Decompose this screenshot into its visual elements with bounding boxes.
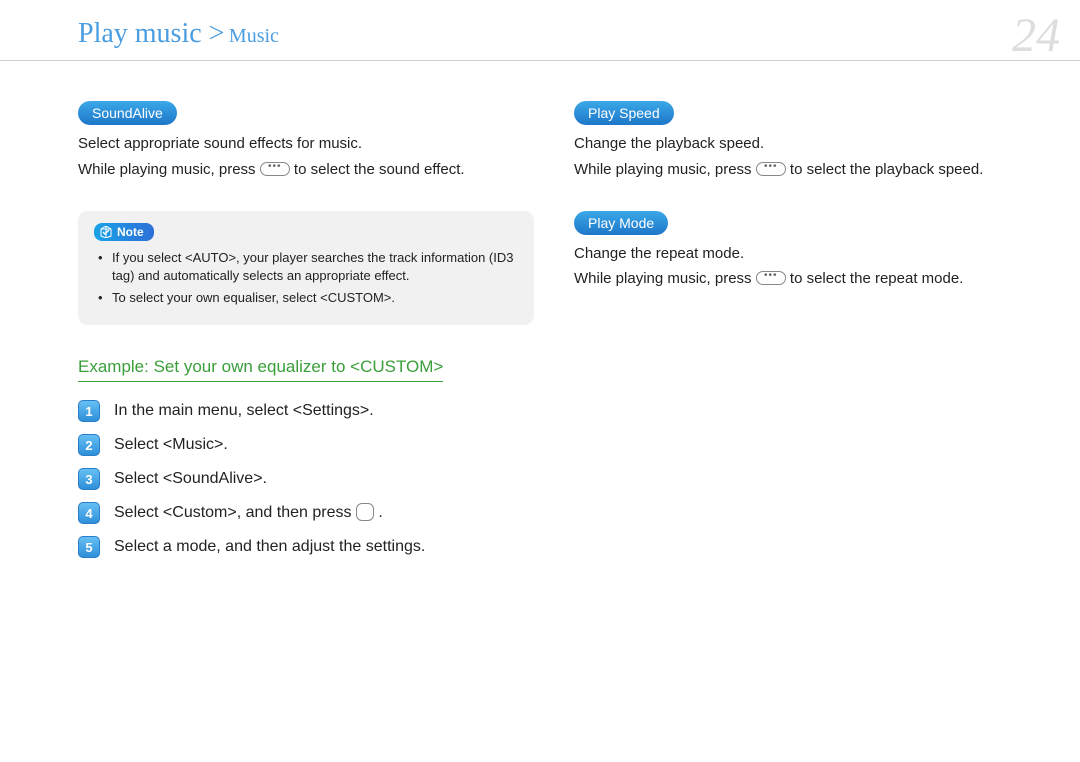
playmode-desc-1: Change the repeat mode. bbox=[574, 243, 1030, 265]
playmode-tag: Play Mode bbox=[574, 211, 668, 235]
step-row: 4 Select <Custom>, and then press . bbox=[78, 502, 534, 524]
text-fragment: to select the sound effect. bbox=[294, 161, 465, 178]
step-text: Select a mode, and then adjust the setti… bbox=[114, 538, 425, 556]
step-number-4: 4 bbox=[78, 502, 100, 524]
text-fragment: While playing music, press bbox=[574, 270, 756, 287]
soundalive-desc-1: Select appropriate sound effects for mus… bbox=[78, 133, 534, 155]
example-heading: Example: Set your own equalizer to <CUST… bbox=[78, 357, 443, 382]
options-button-icon bbox=[756, 271, 786, 285]
note-label: Note bbox=[94, 223, 154, 241]
page-header: Play music > Music 24 bbox=[0, 0, 1080, 61]
note-icon bbox=[100, 226, 112, 238]
playspeed-desc-2: While playing music, press to select the… bbox=[574, 159, 1030, 181]
breadcrumb-sub: Music bbox=[229, 25, 279, 47]
text-fragment: to select the repeat mode. bbox=[790, 270, 963, 287]
step-row: 2 Select <Music>. bbox=[78, 434, 534, 456]
text-fragment: While playing music, press bbox=[574, 161, 756, 178]
page-number: 24 bbox=[1012, 8, 1060, 63]
playspeed-tag: Play Speed bbox=[574, 101, 674, 125]
text-fragment: . bbox=[378, 504, 382, 521]
breadcrumb-main: Play music > bbox=[78, 18, 224, 49]
options-button-icon bbox=[260, 162, 290, 176]
ok-button-icon bbox=[356, 503, 374, 521]
soundalive-desc-2: While playing music, press to select the… bbox=[78, 159, 534, 181]
playspeed-section: Play Speed Change the playback speed. Wh… bbox=[574, 101, 1030, 181]
note-label-text: Note bbox=[117, 225, 144, 239]
step-row: 3 Select <SoundAlive>. bbox=[78, 468, 534, 490]
steps-list: 1 In the main menu, select <Settings>. 2… bbox=[78, 400, 534, 558]
step-text: Select <Custom>, and then press . bbox=[114, 504, 383, 522]
note-item: If you select <AUTO>, your player search… bbox=[112, 249, 518, 285]
left-column: SoundAlive Select appropriate sound effe… bbox=[78, 101, 534, 558]
soundalive-tag: SoundAlive bbox=[78, 101, 177, 125]
step-row: 5 Select a mode, and then adjust the set… bbox=[78, 536, 534, 558]
text-fragment: to select the playback speed. bbox=[790, 161, 983, 178]
playspeed-desc-1: Change the playback speed. bbox=[574, 133, 1030, 155]
note-box: Note If you select <AUTO>, your player s… bbox=[78, 211, 534, 326]
soundalive-section: SoundAlive Select appropriate sound effe… bbox=[78, 101, 534, 181]
step-row: 1 In the main menu, select <Settings>. bbox=[78, 400, 534, 422]
note-item: To select your own equaliser, select <CU… bbox=[112, 289, 518, 307]
text-fragment: Select <Custom>, and then press bbox=[114, 504, 356, 521]
content-area: SoundAlive Select appropriate sound effe… bbox=[0, 61, 1080, 558]
playmode-desc-2: While playing music, press to select the… bbox=[574, 268, 1030, 290]
options-button-icon bbox=[756, 162, 786, 176]
step-number-2: 2 bbox=[78, 434, 100, 456]
step-text: Select <Music>. bbox=[114, 436, 228, 454]
step-number-5: 5 bbox=[78, 536, 100, 558]
step-number-1: 1 bbox=[78, 400, 100, 422]
note-list: If you select <AUTO>, your player search… bbox=[94, 249, 518, 308]
right-column: Play Speed Change the playback speed. Wh… bbox=[574, 101, 1030, 558]
step-text: In the main menu, select <Settings>. bbox=[114, 402, 374, 420]
step-text: Select <SoundAlive>. bbox=[114, 470, 267, 488]
playmode-section: Play Mode Change the repeat mode. While … bbox=[574, 211, 1030, 291]
text-fragment: While playing music, press bbox=[78, 161, 260, 178]
step-number-3: 3 bbox=[78, 468, 100, 490]
